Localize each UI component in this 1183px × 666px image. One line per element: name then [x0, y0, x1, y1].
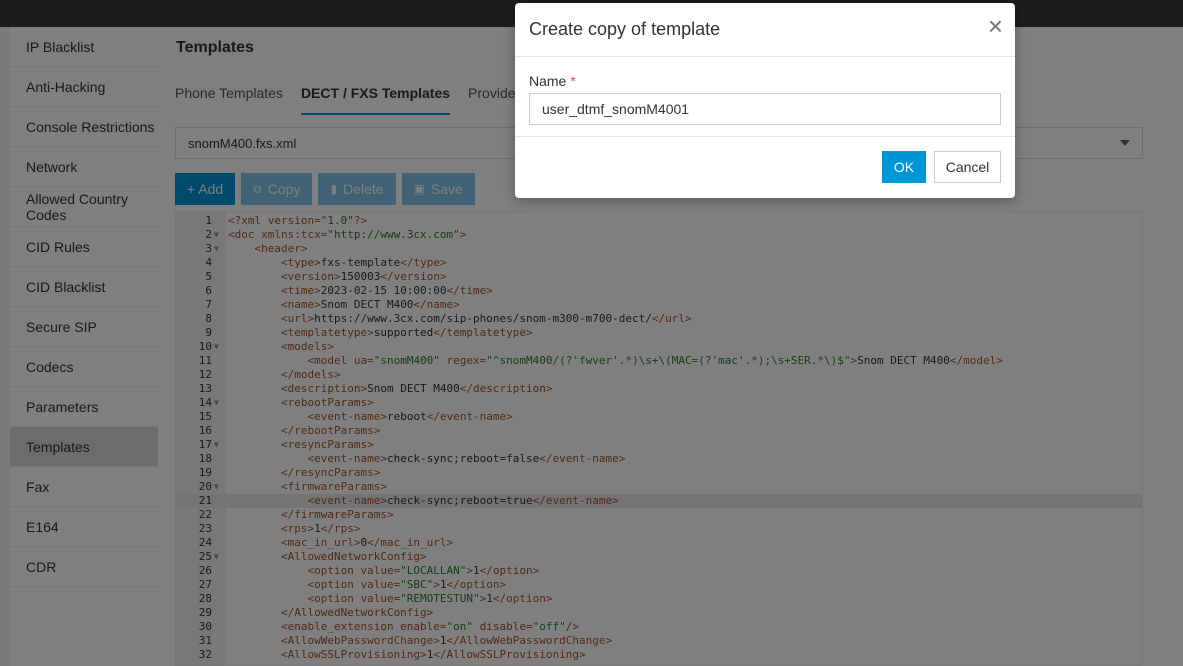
required-mark: *	[570, 73, 576, 89]
name-field-label: Name *	[529, 73, 1001, 89]
close-icon[interactable]: ×	[988, 13, 1003, 39]
cancel-button[interactable]: Cancel	[934, 151, 1001, 183]
dialog-body: Name *	[515, 57, 1015, 137]
dialog-footer: OK Cancel	[515, 137, 1015, 197]
name-label-text: Name	[529, 73, 567, 89]
copy-template-dialog: Create copy of template × Name * OK Canc…	[515, 3, 1015, 198]
name-input[interactable]	[529, 93, 1001, 125]
dialog-title: Create copy of template	[529, 19, 721, 39]
ok-button[interactable]: OK	[882, 151, 926, 183]
dialog-header: Create copy of template ×	[515, 3, 1015, 57]
